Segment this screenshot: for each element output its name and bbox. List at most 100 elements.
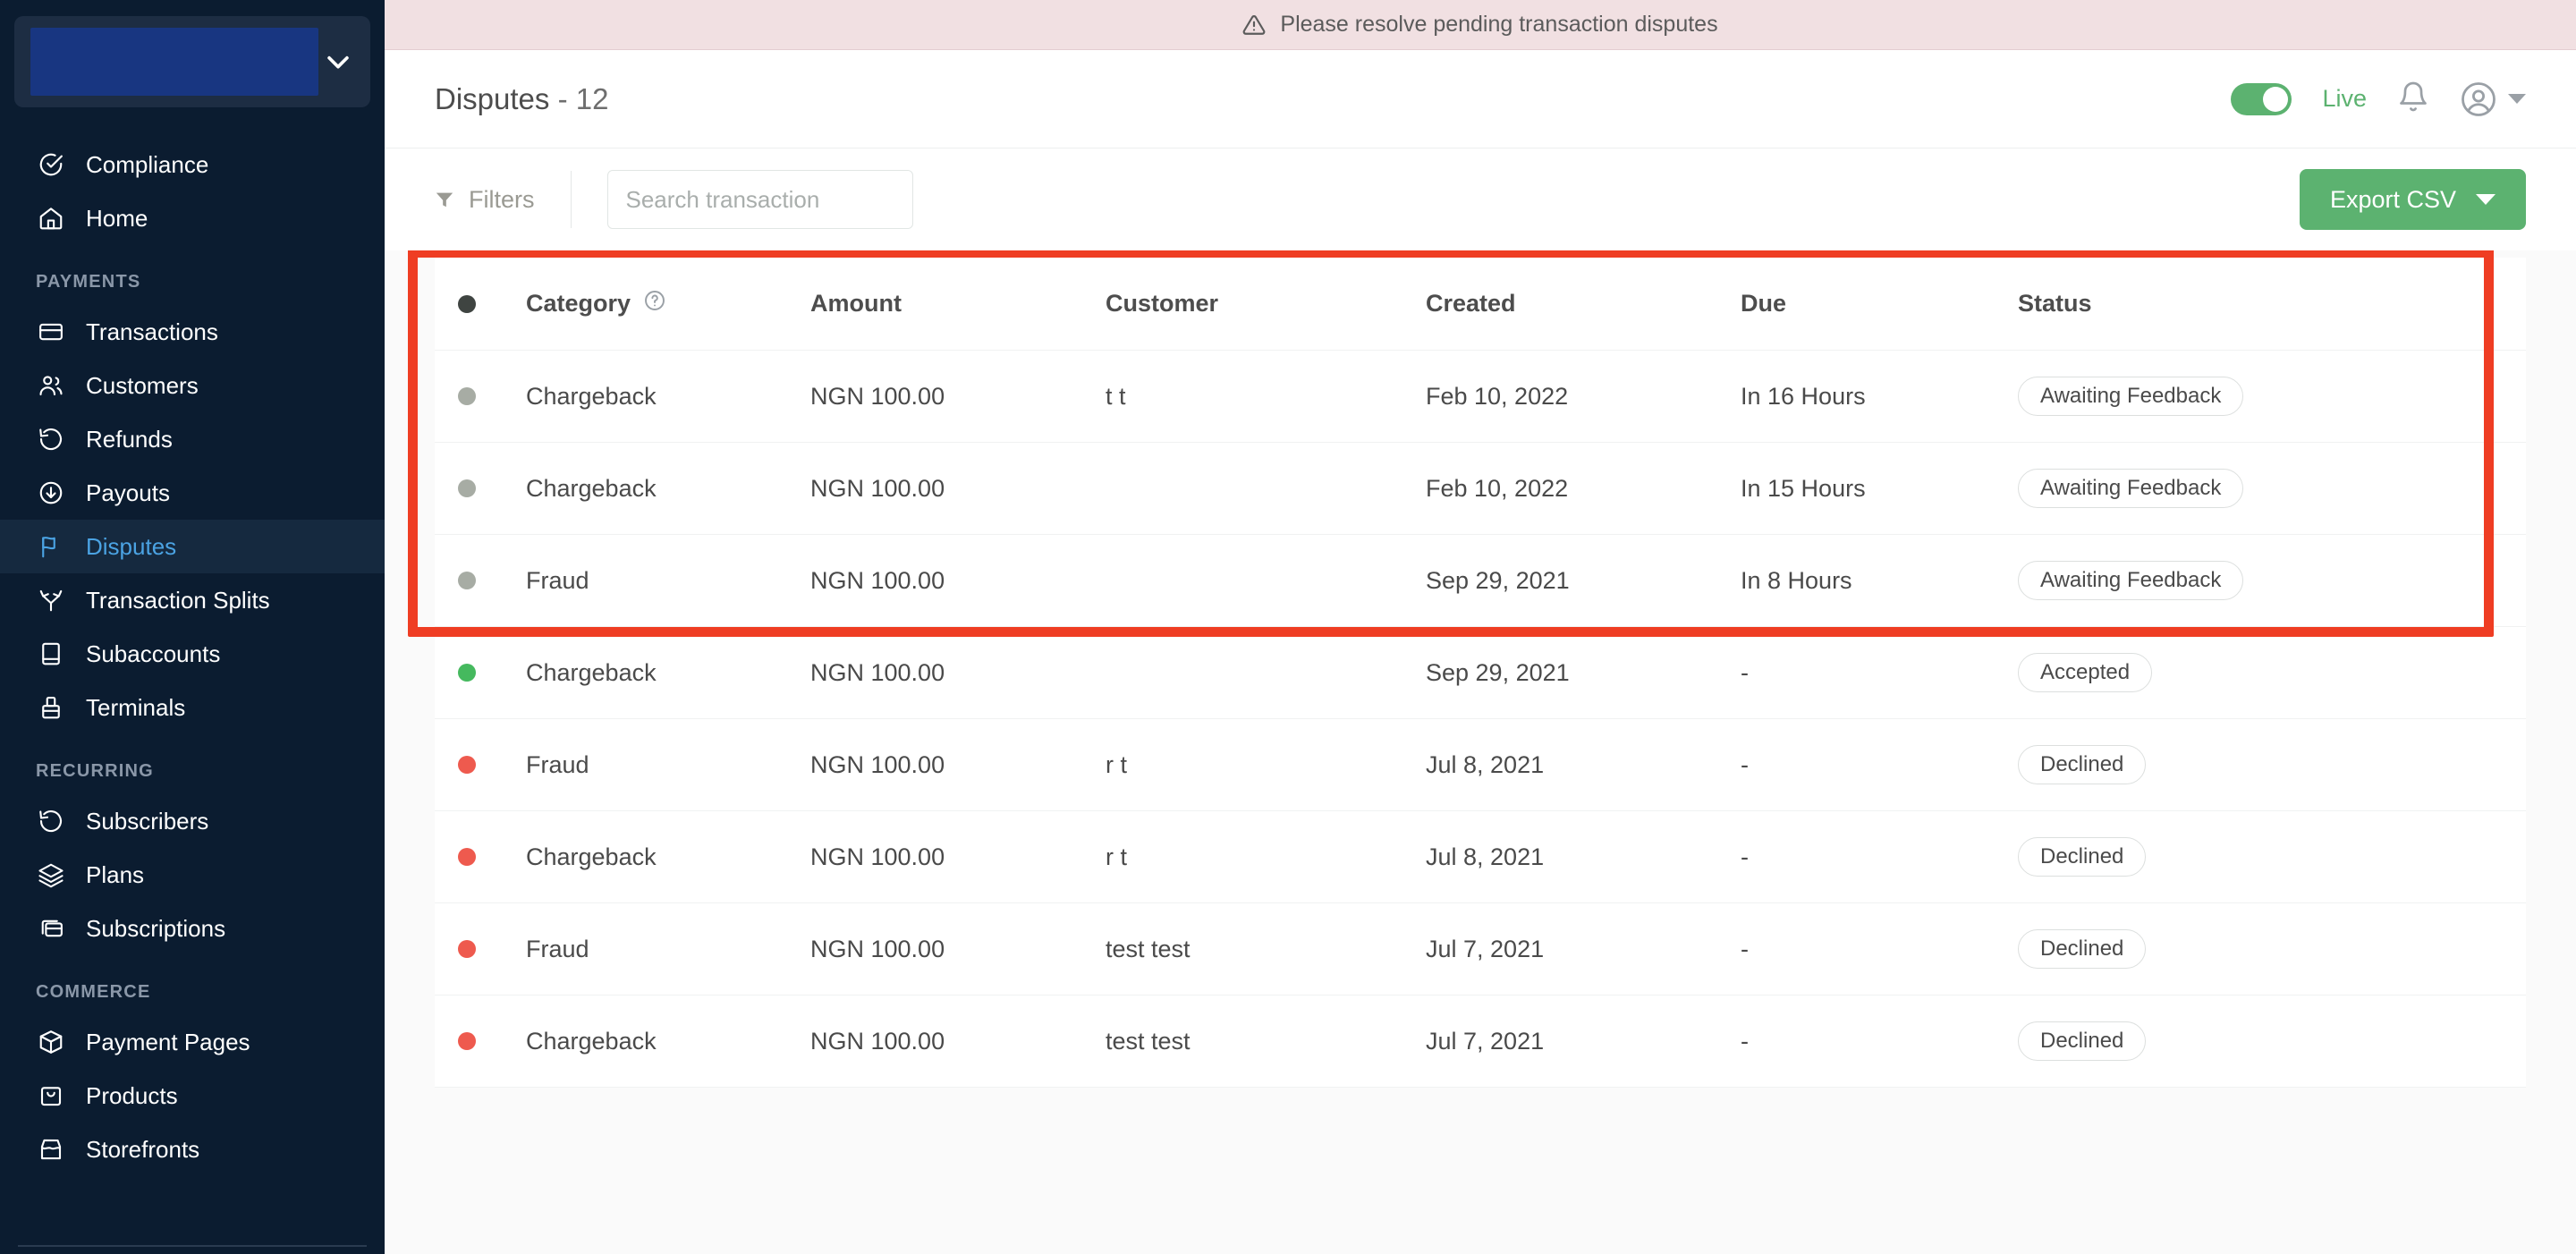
sidebar-item-label: Customers [86, 372, 199, 399]
sidebar-item-home[interactable]: Home [0, 191, 385, 245]
filters-button[interactable]: Filters [435, 186, 571, 214]
select-all-dot [458, 294, 526, 313]
sidebar-item-customers[interactable]: Customers [0, 359, 385, 412]
column-header-label: Status [2018, 290, 2092, 317]
status-badge[interactable]: Declined [2018, 745, 2147, 784]
account-switcher[interactable] [14, 16, 370, 107]
flag-icon [36, 531, 66, 562]
cell-status: Declined [2018, 837, 2526, 877]
status-dot-red [458, 848, 476, 866]
sidebar-item-disputes[interactable]: Disputes [0, 520, 385, 573]
sidebar-item-transaction-splits[interactable]: Transaction Splits [0, 573, 385, 627]
header-controls: Live [2231, 79, 2526, 119]
column-header-category: Category [526, 289, 810, 318]
column-header-label: Due [1741, 290, 1787, 317]
caret-down-icon [2476, 194, 2496, 205]
cell-due: In 16 Hours [1741, 382, 1866, 410]
row-status-dot [458, 940, 526, 958]
toggle-knob [2263, 86, 2289, 112]
page-title-text: Disputes [435, 81, 550, 115]
cell-category: Chargeback [526, 843, 657, 870]
cell-amount: NGN 100.00 [810, 750, 945, 778]
cell-status: Awaiting Feedback [2018, 561, 2526, 600]
cell-amount: NGN 100.00 [810, 1027, 945, 1055]
alert-banner: Please resolve pending transaction dispu… [385, 0, 2576, 50]
cell-customer: test test [1106, 1027, 1191, 1055]
bell-icon[interactable] [2397, 79, 2429, 119]
alert-message: Please resolve pending transaction dispu… [1280, 12, 1718, 37]
status-badge[interactable]: Awaiting Feedback [2018, 469, 2244, 508]
warning-triangle-icon [1242, 13, 1266, 37]
table-row[interactable]: Chargeback NGN 100.00 Sep 29, 2021 - Accepte… [435, 627, 2526, 719]
cell-customer: t t [1106, 382, 1126, 410]
sidebar-item-compliance[interactable]: Compliance [0, 138, 385, 191]
column-header-label: Category [526, 290, 631, 317]
row-status-dot [458, 572, 526, 589]
status-badge[interactable]: Accepted [2018, 653, 2153, 692]
sidebar-item-products[interactable]: Products [0, 1069, 385, 1123]
sidebar-item-subscribers[interactable]: Subscribers [0, 794, 385, 848]
cell-status: Declined [2018, 929, 2526, 969]
export-csv-label: Export CSV [2329, 185, 2456, 213]
cell-created: Jul 7, 2021 [1426, 935, 1545, 962]
sidebar-item-label: Subscribers [86, 808, 209, 835]
cell-category: Chargeback [526, 1027, 657, 1055]
row-status-dot [458, 848, 526, 866]
status-dot-red [458, 940, 476, 958]
page-header: Disputes - 12 Live [385, 50, 2576, 148]
status-badge[interactable]: Declined [2018, 929, 2147, 969]
cell-due: In 8 Hours [1741, 566, 1852, 594]
status-badge[interactable]: Declined [2018, 1021, 2147, 1061]
status-dot [458, 294, 476, 313]
table-row[interactable]: Fraud NGN 100.00 test test Jul 7, 2021 - Decl… [435, 903, 2526, 996]
sidebar-item-label: Payouts [86, 479, 170, 506]
table-row[interactable]: Chargeback NGN 100.00 r t Jul 8, 2021 - Decli… [435, 811, 2526, 903]
sidebar-item-subscriptions[interactable]: Subscriptions [0, 902, 385, 955]
table-row[interactable]: Fraud NGN 100.00 r t Jul 8, 2021 - Declined [435, 719, 2526, 811]
status-dot-green [458, 664, 476, 682]
chevron-down-icon[interactable] [318, 47, 358, 77]
payout-icon [36, 478, 66, 508]
table-row[interactable]: Chargeback NGN 100.00 test test Jul 7, 2021… [435, 996, 2526, 1088]
cell-category: Fraud [526, 750, 589, 778]
sidebar-item-label: Home [86, 205, 148, 232]
sidebar-item-subaccounts[interactable]: Subaccounts [0, 627, 385, 681]
search-transaction-box[interactable] [606, 170, 913, 229]
sidebar-item-payment-pages[interactable]: Payment Pages [0, 1015, 385, 1069]
sidebar-item-terminals[interactable]: Terminals [0, 681, 385, 734]
table-header-row: Category Amount Customer Created Due Status [435, 258, 2526, 351]
sidebar-item-refunds[interactable]: Refunds [0, 412, 385, 466]
row-status-dot [458, 1032, 526, 1050]
caret-down-icon [2508, 94, 2526, 104]
sidebar-item-transactions[interactable]: Transactions [0, 305, 385, 359]
cell-due: - [1741, 843, 1749, 870]
avatar-menu[interactable] [2460, 80, 2526, 118]
status-badge[interactable]: Awaiting Feedback [2018, 561, 2244, 600]
sidebar-item-label: Transaction Splits [86, 587, 270, 614]
live-mode-toggle[interactable] [2231, 82, 2292, 115]
check-circle-icon [36, 149, 66, 180]
box-icon [36, 1027, 66, 1057]
cards-stack-icon [36, 913, 66, 944]
sidebar-divider [18, 1245, 367, 1247]
sidebar-item-plans[interactable]: Plans [0, 848, 385, 902]
cell-created: Jul 8, 2021 [1426, 750, 1545, 778]
cell-created: Jul 7, 2021 [1426, 1027, 1545, 1055]
sidebar-item-label: Transactions [86, 318, 218, 345]
sidebar-item-payouts[interactable]: Payouts [0, 466, 385, 520]
table-row[interactable]: Chargeback NGN 100.00 t t Feb 10, 2022 In 16… [435, 351, 2526, 443]
sidebar-item-label: Storefronts [86, 1136, 200, 1163]
cell-amount: NGN 100.00 [810, 843, 945, 870]
question-circle-icon[interactable] [643, 289, 666, 318]
search-input[interactable] [625, 185, 894, 214]
disputes-count: 12 [575, 81, 609, 115]
export-csv-button[interactable]: Export CSV [2299, 169, 2526, 230]
status-dot-grey [458, 572, 476, 589]
sidebar-item-storefronts[interactable]: Storefronts [0, 1123, 385, 1176]
sidebar-item-label: Disputes [86, 533, 177, 560]
status-badge[interactable]: Awaiting Feedback [2018, 377, 2244, 416]
table-row[interactable]: Chargeback NGN 100.00 Feb 10, 2022 In 15 Ho… [435, 443, 2526, 535]
table-row[interactable]: Fraud NGN 100.00 Sep 29, 2021 In 8 Hours Awa… [435, 535, 2526, 627]
status-badge[interactable]: Declined [2018, 837, 2147, 877]
sidebar-item-label: Subaccounts [86, 640, 221, 667]
